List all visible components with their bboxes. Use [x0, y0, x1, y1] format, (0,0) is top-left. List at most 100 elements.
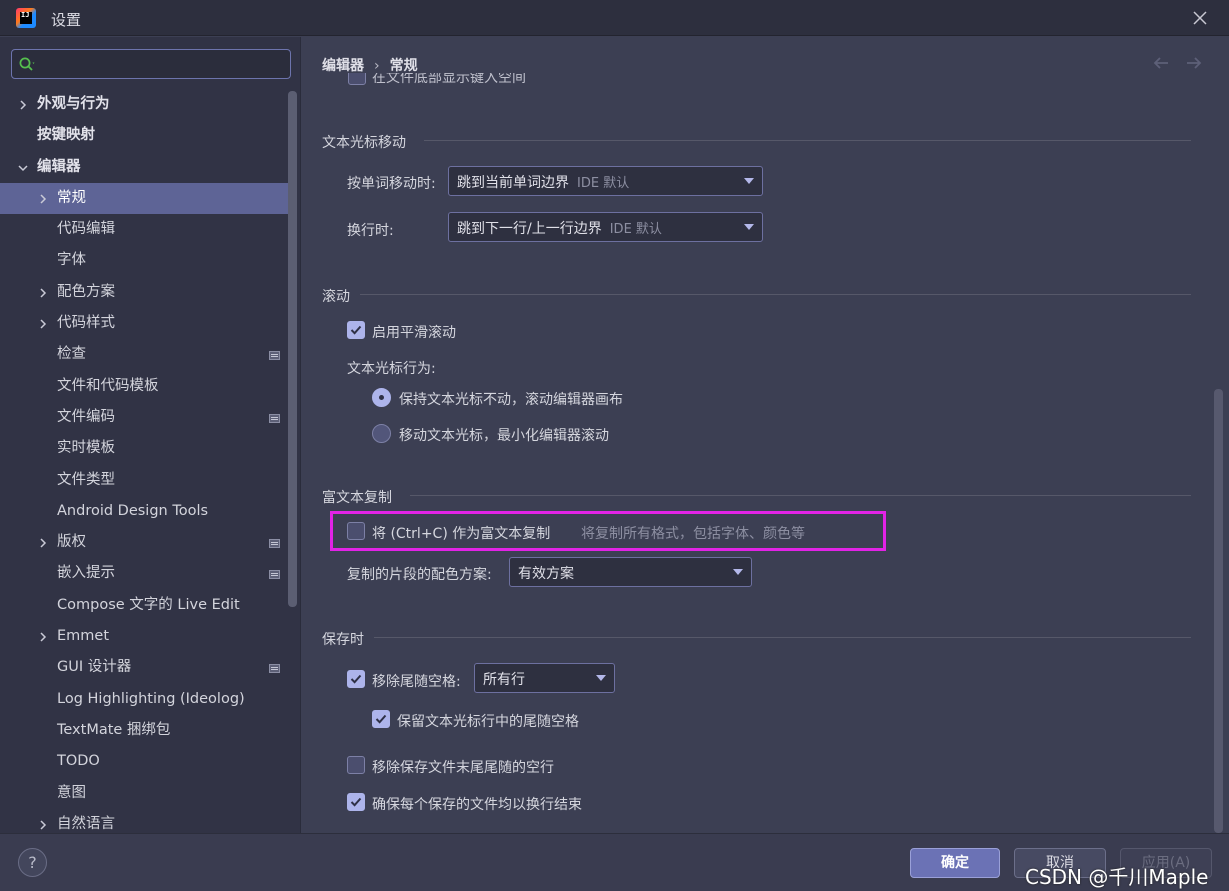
sidebar-item-label: Log Highlighting (Ideolog): [57, 690, 245, 707]
ok-button[interactable]: 确定: [910, 848, 1000, 878]
sidebar-item-label: TextMate 捆绑包: [57, 721, 171, 738]
line-break-dropdown[interactable]: 跳到下一行/上一行边界 IDE 默认: [448, 212, 763, 242]
remove-blank-lines-checkbox[interactable]: [347, 756, 365, 774]
sidebar-item-label: 文件类型: [57, 471, 115, 488]
color-scheme-dropdown[interactable]: 有效方案: [509, 557, 752, 587]
sidebar-item[interactable]: 常规: [0, 182, 290, 215]
smooth-scroll-checkbox[interactable]: [347, 321, 365, 339]
project-level-icon: [269, 351, 280, 361]
sidebar-item[interactable]: 意图: [0, 778, 290, 809]
chevron-right-icon[interactable]: [37, 809, 49, 833]
sidebar-item[interactable]: 编辑器: [0, 152, 290, 183]
sidebar-item[interactable]: 实时模板: [0, 433, 290, 464]
chevron-right-icon[interactable]: [37, 308, 49, 339]
rich-copy-checkbox[interactable]: [347, 522, 365, 540]
sidebar-item-label: 代码编辑: [57, 221, 115, 238]
word-move-label: 按单词移动时:: [347, 176, 436, 192]
color-scheme-value: 有效方案: [518, 566, 574, 582]
chevron-down-icon: [744, 178, 754, 184]
cut-off-setting-row: 在文件底部显示键入空间: [346, 73, 646, 87]
word-move-dropdown[interactable]: 跳到当前单词边界 IDE 默认: [448, 166, 763, 196]
chevron-right-icon[interactable]: [37, 621, 49, 652]
keep-caret-spaces-label: 保留文本光标行中的尾随空格: [397, 714, 579, 730]
chevron-right-icon[interactable]: [17, 89, 29, 120]
sidebar-scrollbar[interactable]: [288, 91, 297, 607]
section-caret-movement-title: 文本光标移动: [322, 135, 406, 151]
sidebar-item-label: 外观与行为: [37, 96, 110, 112]
help-button[interactable]: ?: [18, 848, 47, 877]
sidebar-item[interactable]: TODO: [0, 746, 290, 777]
keep-caret-radio-label: 保持文本光标不动，滚动编辑器画布: [399, 392, 623, 408]
remove-blank-lines-label: 移除保存文件末尾尾随的空行: [372, 760, 554, 776]
sidebar-item[interactable]: 外观与行为: [0, 89, 290, 120]
search-input[interactable]: [42, 54, 282, 74]
sidebar-item-label: Compose 文字的 Live Edit: [57, 596, 240, 613]
ensure-newline-label: 确保每个保存的文件均以换行结束: [372, 797, 582, 813]
project-level-icon: [269, 539, 280, 549]
sidebar-item[interactable]: 嵌入提示: [0, 558, 290, 589]
project-level-icon: [269, 570, 280, 580]
strip-spaces-label: 移除尾随空格:: [372, 674, 461, 690]
color-scheme-label: 复制的片段的配色方案:: [347, 567, 492, 583]
chevron-right-icon[interactable]: [37, 277, 49, 308]
window-title: 设置: [51, 11, 82, 29]
sidebar-item[interactable]: GUI 设计器: [0, 652, 290, 683]
chevron-down-icon: [733, 569, 743, 575]
sidebar-item-label: 版权: [57, 534, 86, 551]
project-level-icon: [269, 413, 280, 423]
chevron-right-icon[interactable]: [37, 527, 49, 558]
word-move-value: 跳到当前单词边界: [457, 175, 569, 191]
move-caret-radio[interactable]: [372, 424, 391, 443]
sidebar-item[interactable]: 配色方案: [0, 277, 290, 308]
keep-caret-radio[interactable]: [372, 388, 391, 407]
settings-search[interactable]: [11, 49, 291, 79]
sidebar-item[interactable]: 字体: [0, 245, 290, 276]
close-icon[interactable]: [1189, 7, 1211, 29]
strip-spaces-value: 所有行: [483, 672, 525, 688]
sidebar-item[interactable]: TextMate 捆绑包: [0, 715, 290, 746]
watermark: CSDN @千川Maple: [1025, 865, 1209, 889]
breadcrumb-parent[interactable]: 编辑器: [322, 58, 364, 74]
sidebar-item-label: 检查: [57, 346, 86, 363]
check-icon: [350, 674, 362, 684]
sidebar-item[interactable]: Emmet: [0, 621, 290, 652]
cut-off-checkbox[interactable]: [348, 73, 366, 85]
sidebar-item[interactable]: 文件和代码模板: [0, 371, 290, 402]
ensure-newline-checkbox[interactable]: [347, 793, 365, 811]
sidebar-item[interactable]: 自然语言: [0, 809, 290, 833]
sidebar-item-label: TODO: [57, 753, 100, 770]
line-break-value: 跳到下一行/上一行边界: [457, 221, 602, 237]
sidebar-item[interactable]: Log Highlighting (Ideolog): [0, 684, 290, 715]
caret-behavior-label: 文本光标行为:: [347, 361, 436, 377]
sidebar-item-label: 嵌入提示: [57, 565, 115, 582]
content-scrollbar[interactable]: [1214, 389, 1223, 833]
sidebar-item[interactable]: 版权: [0, 527, 290, 558]
divider: [360, 294, 1191, 295]
intellij-logo-icon: IJ: [16, 8, 36, 28]
sidebar-item[interactable]: Android Design Tools: [0, 496, 290, 527]
divider: [374, 637, 1191, 638]
sidebar-item-label: Android Design Tools: [57, 502, 209, 519]
sidebar-item[interactable]: 文件类型: [0, 465, 290, 496]
sidebar-item[interactable]: 代码编辑: [0, 214, 290, 245]
sidebar-item[interactable]: Compose 文字的 Live Edit: [0, 590, 290, 621]
back-arrow-icon[interactable]: [1151, 54, 1171, 72]
line-break-hint: IDE 默认: [609, 222, 662, 237]
section-rich-copy-title: 富文本复制: [322, 490, 392, 506]
strip-spaces-dropdown[interactable]: 所有行: [474, 663, 615, 693]
strip-spaces-checkbox[interactable]: [347, 670, 365, 688]
sidebar-item[interactable]: 按键映射: [0, 120, 290, 151]
sidebar-item-label: 文件和代码模板: [57, 377, 159, 394]
search-icon[interactable]: [18, 56, 36, 74]
sidebar-item[interactable]: 代码样式: [0, 308, 290, 339]
forward-arrow-icon[interactable]: [1184, 54, 1204, 72]
keep-caret-spaces-checkbox[interactable]: [372, 710, 390, 728]
sidebar-item[interactable]: 检查: [0, 339, 290, 370]
settings-content: 编辑器 › 常规 在文件底部显示键入空间 文本光标移动 按单词移动时: 跳到当前单词…: [302, 37, 1229, 833]
chevron-right-icon[interactable]: [37, 183, 49, 214]
title-bar: IJ 设置: [0, 0, 1229, 36]
dialog-button-bar: ? 确定 取消 应用(A) CSDN @千川Maple: [0, 833, 1229, 891]
sidebar-item[interactable]: 文件编码: [0, 402, 290, 433]
breadcrumb-current: 常规: [389, 58, 418, 74]
chevron-down-icon[interactable]: [17, 152, 29, 183]
